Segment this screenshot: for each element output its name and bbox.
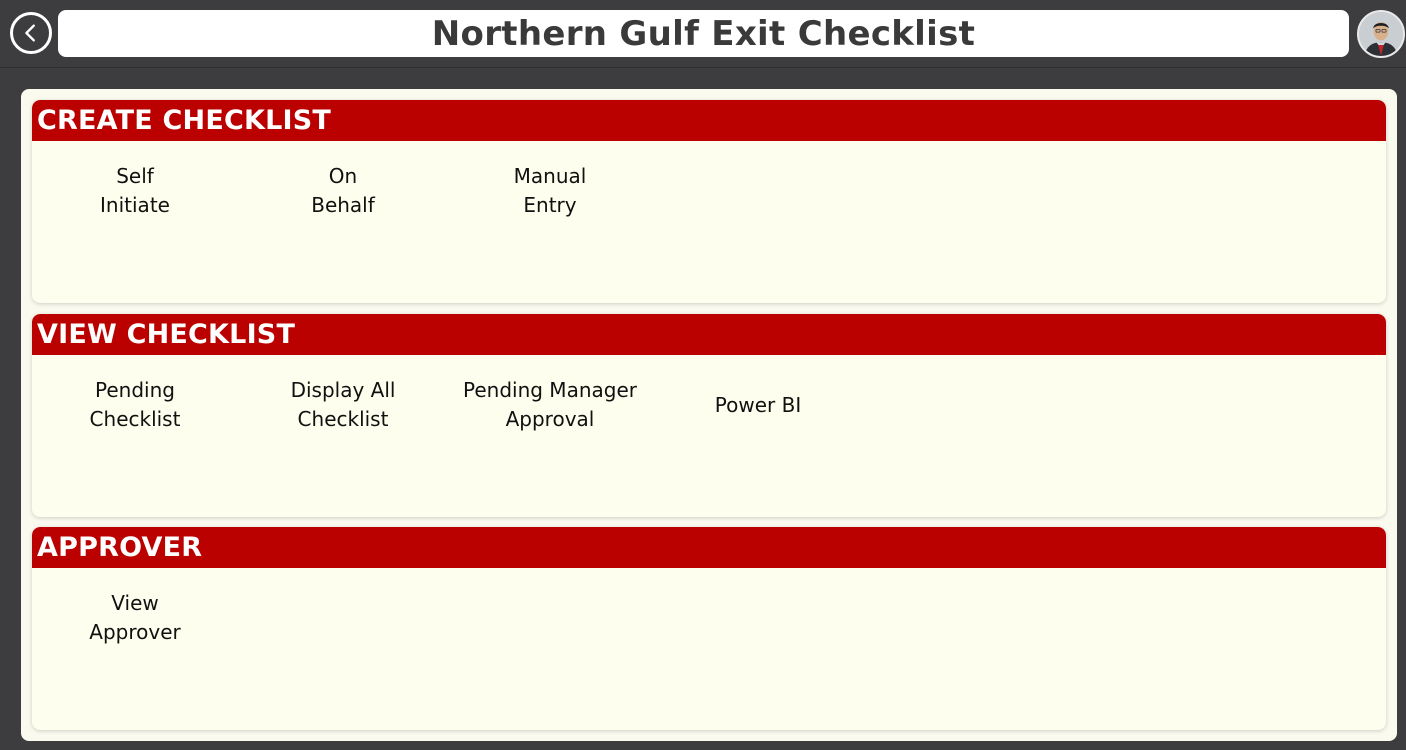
- display-all-checklist-button[interactable]: Display All Checklist: [243, 355, 443, 455]
- pending-manager-approval-button[interactable]: Pending Manager Approval: [450, 355, 650, 455]
- tile-group: Self Initiate On Behalf Manual Entry: [32, 141, 1386, 303]
- manual-entry-button[interactable]: Manual Entry: [450, 141, 650, 241]
- tile-label: Power BI: [714, 392, 802, 417]
- tile-label: Display All Checklist: [290, 378, 396, 431]
- section-approver: APPROVER View Approver: [32, 527, 1386, 730]
- back-button[interactable]: [10, 12, 52, 54]
- section-title: APPROVER: [37, 532, 203, 563]
- tile-label: Manual Entry: [513, 164, 587, 217]
- avatar[interactable]: [1357, 10, 1405, 58]
- section-header: CREATE CHECKLIST: [32, 100, 1386, 141]
- power-bi-button[interactable]: Power BI: [658, 355, 858, 455]
- view-approver-button[interactable]: View Approver: [35, 568, 235, 668]
- chevron-left-icon: [25, 24, 35, 42]
- tile-label: Self Initiate: [100, 164, 170, 217]
- tile-group: View Approver: [32, 568, 1386, 730]
- page-title: Northern Gulf Exit Checklist: [431, 13, 976, 54]
- tile-group: Pending Checklist Display All Checklist …: [32, 355, 1386, 517]
- top-bar: Northern Gulf Exit Checklist: [0, 0, 1406, 68]
- title-box: Northern Gulf Exit Checklist: [58, 10, 1349, 57]
- tile-label: On Behalf: [311, 164, 375, 217]
- section-create-checklist: CREATE CHECKLIST Self Initiate On Behalf…: [32, 100, 1386, 303]
- section-title: VIEW CHECKLIST: [37, 319, 296, 350]
- tile-label: Pending Checklist: [89, 378, 181, 431]
- tile-label: View Approver: [89, 591, 181, 644]
- user-avatar-icon: [1359, 12, 1403, 56]
- self-initiate-button[interactable]: Self Initiate: [35, 141, 235, 241]
- main-panel: CREATE CHECKLIST Self Initiate On Behalf…: [21, 89, 1397, 741]
- section-header: VIEW CHECKLIST: [32, 314, 1386, 355]
- tile-label: Pending Manager Approval: [463, 378, 637, 431]
- pending-checklist-button[interactable]: Pending Checklist: [35, 355, 235, 455]
- section-header: APPROVER: [32, 527, 1386, 568]
- section-view-checklist: VIEW CHECKLIST Pending Checklist Display…: [32, 314, 1386, 517]
- on-behalf-button[interactable]: On Behalf: [243, 141, 443, 241]
- section-title: CREATE CHECKLIST: [37, 105, 332, 136]
